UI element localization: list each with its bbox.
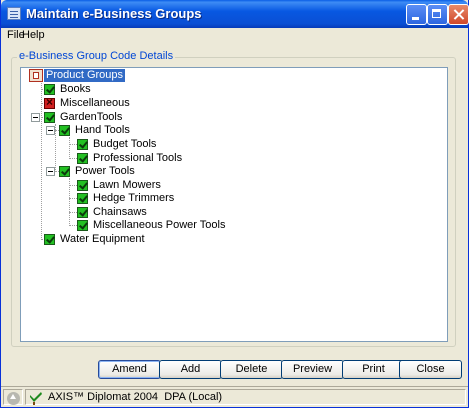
- tree-node-label: Hedge Trimmers: [93, 192, 175, 204]
- minimize-button[interactable]: [406, 4, 427, 25]
- close-window-button[interactable]: [448, 4, 469, 25]
- tree-line: [55, 124, 56, 172]
- tree-node-label: Chainsaws: [93, 206, 147, 218]
- close-button[interactable]: Close: [399, 360, 462, 379]
- checked-icon[interactable]: [77, 207, 88, 218]
- tree-line: [69, 158, 77, 159]
- group-box-label: e-Business Group Code Details: [17, 50, 176, 62]
- add-button[interactable]: Add: [159, 360, 222, 379]
- excluded-icon[interactable]: [44, 96, 55, 109]
- root-group-icon: [29, 69, 43, 82]
- tree-node-label: Miscellaneous Power Tools: [93, 219, 226, 231]
- checked-icon[interactable]: [77, 153, 88, 164]
- tree-line: [69, 212, 77, 213]
- tree-line: [69, 137, 70, 159]
- menu-help[interactable]: Help: [22, 29, 45, 41]
- status-cell-info: AXIS™ Diplomat 2004 DPA (Local): [25, 389, 466, 405]
- window-title: Maintain e-Business Groups: [26, 6, 202, 21]
- tree-line: [41, 81, 42, 240]
- delete-button[interactable]: Delete: [220, 360, 283, 379]
- menu-bar: File Help: [1, 28, 468, 44]
- checked-icon[interactable]: [77, 220, 88, 231]
- status-product: AXIS™ Diplomat 2004 DPA (Local): [48, 391, 222, 403]
- status-bar: AXIS™ Diplomat 2004 DPA (Local): [1, 386, 468, 407]
- maximize-button[interactable]: [427, 4, 448, 25]
- tree-node-label: Power Tools: [75, 165, 135, 177]
- checked-icon[interactable]: [44, 84, 55, 95]
- checked-icon[interactable]: [77, 139, 88, 150]
- tree-node-label: Budget Tools: [93, 138, 157, 150]
- axis-logo-icon: [30, 392, 42, 405]
- up-arrow-icon[interactable]: [7, 392, 20, 405]
- tree-node-label: Water Equipment: [60, 233, 145, 245]
- tree-node-label: Miscellaneous: [60, 97, 130, 109]
- checked-icon[interactable]: [44, 112, 55, 123]
- main-window: Maintain e-Business Groups File Help e-B…: [0, 0, 469, 408]
- group-tree[interactable]: Product Groups Books Miscellaneous Garde…: [20, 67, 448, 342]
- preview-button[interactable]: Preview: [281, 360, 344, 379]
- collapse-icon[interactable]: [46, 167, 55, 176]
- tree-line: [69, 144, 77, 145]
- tree-node-label: Professional Tools: [93, 152, 183, 164]
- checked-icon[interactable]: [77, 180, 88, 191]
- checked-icon[interactable]: [59, 125, 70, 136]
- checked-icon[interactable]: [59, 166, 70, 177]
- amend-button[interactable]: Amend: [98, 360, 161, 379]
- tree-line: [69, 225, 77, 226]
- connection-mode: DPA (Local): [164, 391, 223, 403]
- tree-line: [69, 198, 77, 199]
- tree-node-label: GardenTools: [60, 111, 123, 123]
- tree-line: [69, 185, 77, 186]
- app-icon: [7, 7, 21, 20]
- product-name: AXIS™ Diplomat 2004: [48, 391, 159, 403]
- title-bar[interactable]: Maintain e-Business Groups: [1, 0, 469, 28]
- checked-icon[interactable]: [77, 193, 88, 204]
- status-cell-nav: [3, 389, 23, 405]
- tree-node-label: Books: [60, 83, 91, 95]
- checked-icon[interactable]: [44, 234, 55, 245]
- tree-node-label: Lawn Mowers: [93, 179, 161, 191]
- tree-node-label: Hand Tools: [75, 124, 130, 136]
- collapse-icon[interactable]: [31, 113, 40, 122]
- print-button[interactable]: Print: [342, 360, 405, 379]
- collapse-icon[interactable]: [46, 126, 55, 135]
- tree-node-label: Product Groups: [44, 69, 126, 82]
